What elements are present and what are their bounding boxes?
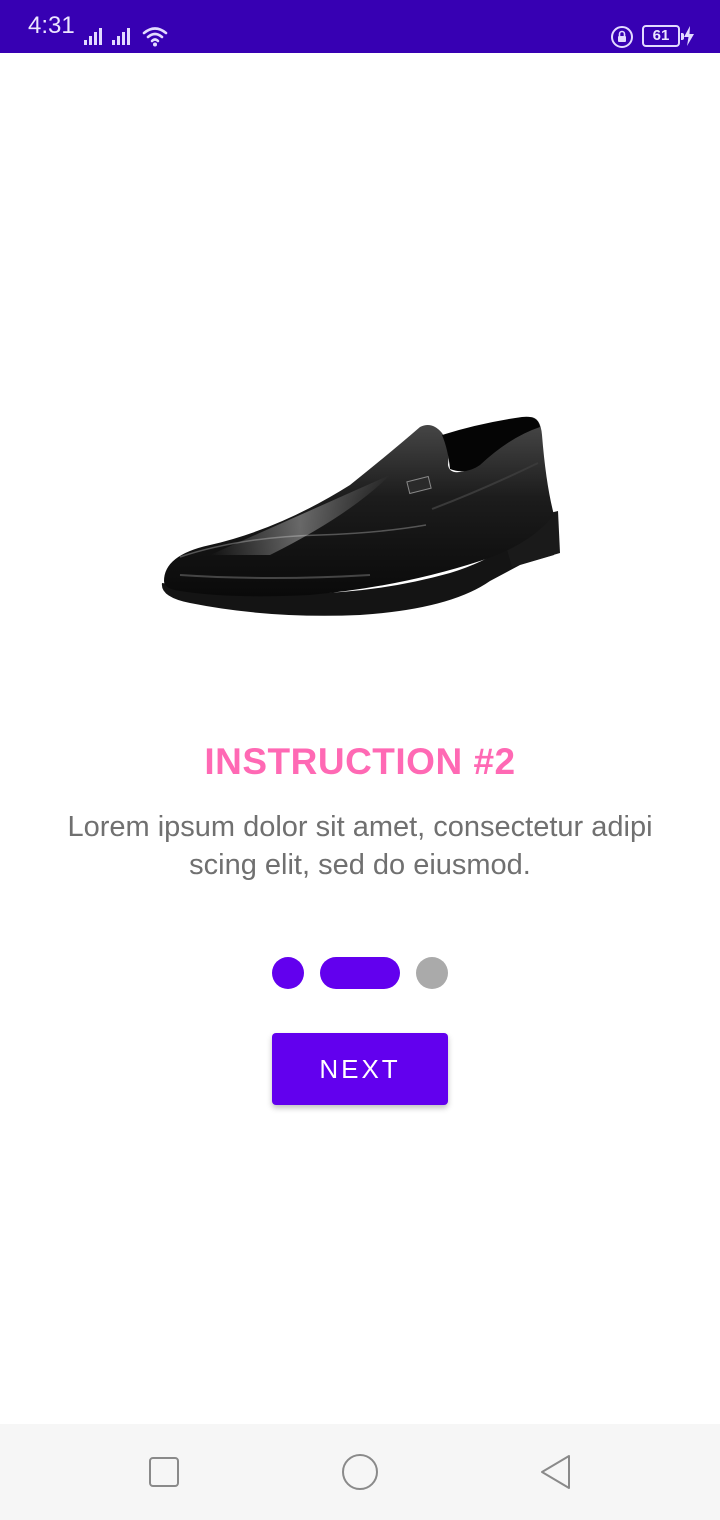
back-icon[interactable] [536,1452,576,1492]
signal-icon [112,28,130,45]
battery-level: 61 [652,27,670,44]
next-button[interactable]: NEXT [272,1033,448,1105]
battery-icon: 61 [642,25,684,47]
onboarding-screen: 4:31 61 INSTRUCTION #2 Lorem ipsum dolor… [0,0,720,1520]
page-indicator-dot-2-active[interactable] [320,957,400,989]
home-icon[interactable] [340,1452,380,1492]
charging-bolt-icon [684,26,694,46]
signal-icon [84,28,102,45]
page-indicator-dot-1[interactable] [272,957,304,989]
rotation-lock-icon [611,26,633,48]
instruction-title: INSTRUCTION #2 [204,741,516,782]
recents-icon[interactable] [144,1452,184,1492]
shoe-image [161,416,560,616]
instruction-description: Lorem ipsum dolor sit amet, consectetur … [67,811,653,881]
page-indicator [0,957,720,989]
status-time: 4:31 [28,12,75,39]
page-indicator-dot-3[interactable] [416,957,448,989]
navigation-bar [0,1424,720,1520]
status-bar: 4:31 61 [0,0,720,53]
wifi-icon [142,27,168,47]
